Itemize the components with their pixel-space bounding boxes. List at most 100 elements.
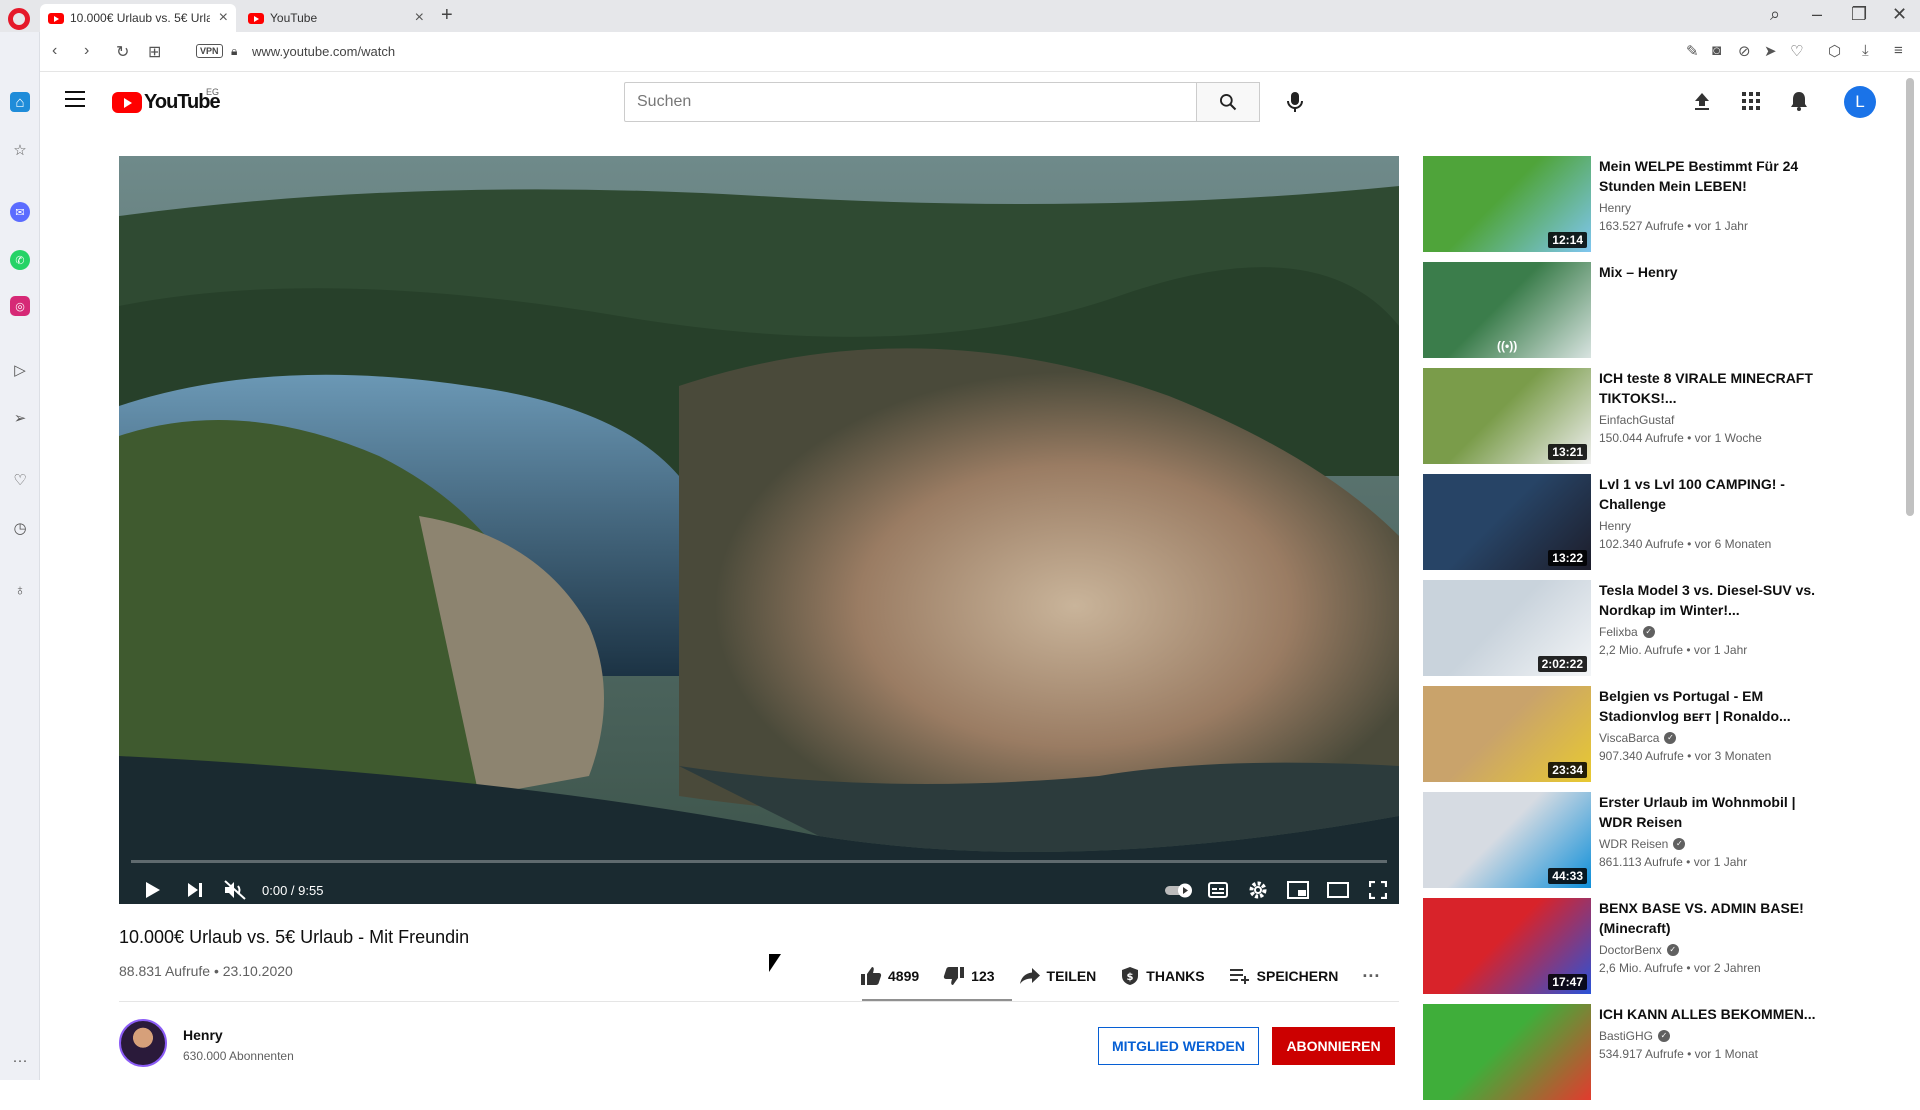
recommendation-channel[interactable]: ViscaBarca ✓ bbox=[1599, 731, 1829, 745]
recommendation-item[interactable]: 23:34 Belgien vs Portugal - EM Stadionvlo… bbox=[1423, 686, 1843, 792]
recommendation-item[interactable]: 12:14 Mein WELPE Bestimmt Für 24 Stunden … bbox=[1423, 156, 1843, 262]
messenger-icon[interactable]: ✉ bbox=[10, 202, 30, 222]
share-button[interactable]: TEILEN bbox=[1019, 967, 1096, 985]
recommendation-thumbnail[interactable]: 23:34 bbox=[1423, 686, 1591, 782]
mute-button[interactable] bbox=[217, 872, 253, 904]
recommendation-title[interactable]: BENX BASE VS. ADMIN BASE! (Minecraft) bbox=[1599, 898, 1829, 938]
send-icon[interactable]: ➤ bbox=[1764, 42, 1777, 60]
recommendation-item[interactable]: 44:33 Erster Urlaub im Wohnmobil | WDR Re… bbox=[1423, 792, 1843, 898]
heart-icon[interactable]: ♡ bbox=[1790, 42, 1803, 60]
search-tabs-icon[interactable]: ⌕ bbox=[1770, 4, 1780, 25]
tips-icon[interactable]: ♁ bbox=[10, 580, 30, 600]
adblock-icon[interactable]: ⊘ bbox=[1738, 42, 1751, 60]
recommendation-channel[interactable]: WDR Reisen ✓ bbox=[1599, 837, 1829, 851]
tabs-grid-icon[interactable]: ⊞ bbox=[148, 42, 161, 62]
like-button[interactable]: 4899 bbox=[860, 966, 919, 986]
thanks-button[interactable]: $ THANKS bbox=[1120, 966, 1205, 986]
page-scrollbar[interactable] bbox=[1906, 78, 1914, 516]
recommendation-thumbnail[interactable]: 12:14 bbox=[1423, 156, 1591, 252]
hamburger-menu-icon[interactable] bbox=[65, 91, 85, 107]
recommendation-channel[interactable]: Henry bbox=[1599, 519, 1829, 533]
youtube-logo[interactable]: YouTube bbox=[112, 91, 221, 114]
history-icon[interactable]: ◷ bbox=[10, 518, 30, 538]
recommendation-title[interactable]: Tesla Model 3 vs. Diesel-SUV vs. Nordkap… bbox=[1599, 580, 1829, 620]
video-player[interactable]: 0:00 / 9:55 bbox=[119, 156, 1399, 904]
camera-icon[interactable]: ◙ bbox=[1712, 42, 1721, 59]
recommendation-title[interactable]: ICH teste 8 VIRALE MINECRAFT TIKTOKS!... bbox=[1599, 368, 1829, 408]
join-button[interactable]: MITGLIED WERDEN bbox=[1098, 1027, 1259, 1065]
recommendation-item[interactable]: 13:21 ICH teste 8 VIRALE MINECRAFT TIKTOK… bbox=[1423, 368, 1843, 474]
more-icon[interactable]: ··· bbox=[10, 1050, 30, 1070]
close-window-button[interactable]: ✕ bbox=[1892, 4, 1907, 25]
recommendation-channel[interactable]: Henry bbox=[1599, 201, 1829, 215]
channel-name[interactable]: Henry bbox=[183, 1027, 223, 1043]
extensions-icon[interactable]: ⬡ bbox=[1828, 42, 1841, 60]
menu-icon[interactable]: ≡ bbox=[1894, 42, 1903, 59]
recommendation-channel[interactable]: BastiGHG ✓ bbox=[1599, 1029, 1829, 1043]
recommendation-thumbnail[interactable]: 13:21 bbox=[1423, 368, 1591, 464]
fullscreen-button[interactable] bbox=[1360, 872, 1396, 904]
theater-mode-button[interactable] bbox=[1320, 872, 1356, 904]
recommendation-title[interactable]: ICH KANN ALLES BEKOMMEN... bbox=[1599, 1004, 1829, 1024]
instagram-icon[interactable]: ◎ bbox=[10, 296, 30, 316]
maximize-button[interactable]: ❐ bbox=[1851, 4, 1867, 25]
recommendation-title[interactable]: Mein WELPE Bestimmt Für 24 Stunden Mein … bbox=[1599, 156, 1829, 196]
recommendation-title[interactable]: Erster Urlaub im Wohnmobil | WDR Reisen bbox=[1599, 792, 1829, 832]
channel-avatar[interactable] bbox=[119, 1019, 167, 1067]
bookmarks-icon[interactable]: ☆ bbox=[10, 140, 30, 160]
tab-video[interactable]: 10.000€ Urlaub vs. 5€ Urlaub × bbox=[40, 4, 236, 32]
autoplay-toggle[interactable] bbox=[1161, 872, 1197, 904]
lock-icon[interactable]: 🔒︎ bbox=[231, 44, 237, 59]
player-icon[interactable]: ▷ bbox=[10, 360, 30, 380]
opera-logo-icon[interactable] bbox=[8, 8, 30, 30]
vpn-badge[interactable]: VPN bbox=[196, 44, 223, 58]
tab-youtube[interactable]: YouTube × bbox=[240, 4, 432, 32]
recommendation-thumbnail[interactable]: 13:22 bbox=[1423, 474, 1591, 570]
new-tab-button[interactable]: + bbox=[441, 4, 453, 27]
recommendation-thumbnail[interactable] bbox=[1423, 1004, 1591, 1100]
recommendation-channel[interactable]: Felixba ✓ bbox=[1599, 625, 1829, 639]
recommendation-thumbnail[interactable]: 44:33 bbox=[1423, 792, 1591, 888]
url-field[interactable]: www.youtube.com/watch bbox=[252, 44, 395, 59]
edit-icon[interactable]: ✎ bbox=[1686, 42, 1699, 60]
miniplayer-button[interactable] bbox=[1280, 872, 1316, 904]
recommendation-item[interactable]: 13:22 Lvl 1 vs Lvl 100 CAMPING! - Challen… bbox=[1423, 474, 1843, 580]
recommendation-title[interactable]: Lvl 1 vs Lvl 100 CAMPING! - Challenge bbox=[1599, 474, 1829, 514]
tab-close-icon[interactable]: × bbox=[415, 9, 424, 27]
play-button[interactable] bbox=[135, 872, 171, 904]
recommendation-item[interactable]: ICH KANN ALLES BEKOMMEN... BastiGHG ✓ 534.9… bbox=[1423, 1004, 1843, 1110]
pinboard-heart-icon[interactable]: ♡ bbox=[10, 470, 30, 490]
recommendation-item[interactable]: 2:02:22 Tesla Model 3 vs. Diesel-SUV vs. … bbox=[1423, 580, 1843, 686]
forward-button[interactable]: › bbox=[84, 42, 89, 60]
voice-search-button[interactable] bbox=[1280, 87, 1310, 117]
recommendation-thumbnail[interactable]: 17:47 bbox=[1423, 898, 1591, 994]
back-button[interactable]: ‹ bbox=[52, 42, 57, 60]
recommendation-title[interactable]: Belgien vs Portugal - EM Stadionvlog ʙᴇғ… bbox=[1599, 686, 1829, 726]
minimize-button[interactable]: – bbox=[1812, 4, 1822, 25]
flow-icon[interactable]: ➢ bbox=[10, 408, 30, 428]
user-avatar[interactable]: L bbox=[1844, 86, 1876, 118]
settings-button[interactable] bbox=[1240, 872, 1276, 904]
whatsapp-icon[interactable]: ✆ bbox=[10, 250, 30, 270]
recommendation-thumbnail[interactable]: ((•)) bbox=[1423, 262, 1591, 358]
upload-button[interactable] bbox=[1690, 89, 1714, 113]
tab-close-icon[interactable]: × bbox=[219, 9, 228, 27]
subscribe-button[interactable]: ABONNIEREN bbox=[1272, 1027, 1395, 1065]
progress-bar[interactable] bbox=[131, 860, 1387, 863]
subtitles-button[interactable] bbox=[1200, 872, 1236, 904]
search-input[interactable] bbox=[624, 82, 1197, 122]
next-button[interactable] bbox=[177, 872, 213, 904]
dislike-button[interactable]: 123 bbox=[943, 966, 995, 986]
save-button[interactable]: SPEICHERN bbox=[1229, 967, 1338, 985]
recommendation-title[interactable]: Mix – Henry bbox=[1599, 262, 1829, 282]
download-icon[interactable]: ⤓ bbox=[1862, 42, 1869, 59]
search-button[interactable] bbox=[1197, 82, 1260, 122]
notifications-button[interactable] bbox=[1787, 89, 1811, 113]
more-actions-icon[interactable]: ··· bbox=[1362, 966, 1380, 987]
recommendation-item[interactable]: ((•)) Mix – Henry bbox=[1423, 262, 1843, 368]
recommendation-channel[interactable]: DoctorBenx ✓ bbox=[1599, 943, 1829, 957]
recommendation-item[interactable]: 17:47 BENX BASE VS. ADMIN BASE! (Minecraf… bbox=[1423, 898, 1843, 1004]
reload-icon[interactable]: ↻ bbox=[116, 42, 129, 62]
recommendation-channel[interactable]: EinfachGustaf bbox=[1599, 413, 1829, 427]
home-icon[interactable]: ⌂ bbox=[10, 92, 30, 112]
